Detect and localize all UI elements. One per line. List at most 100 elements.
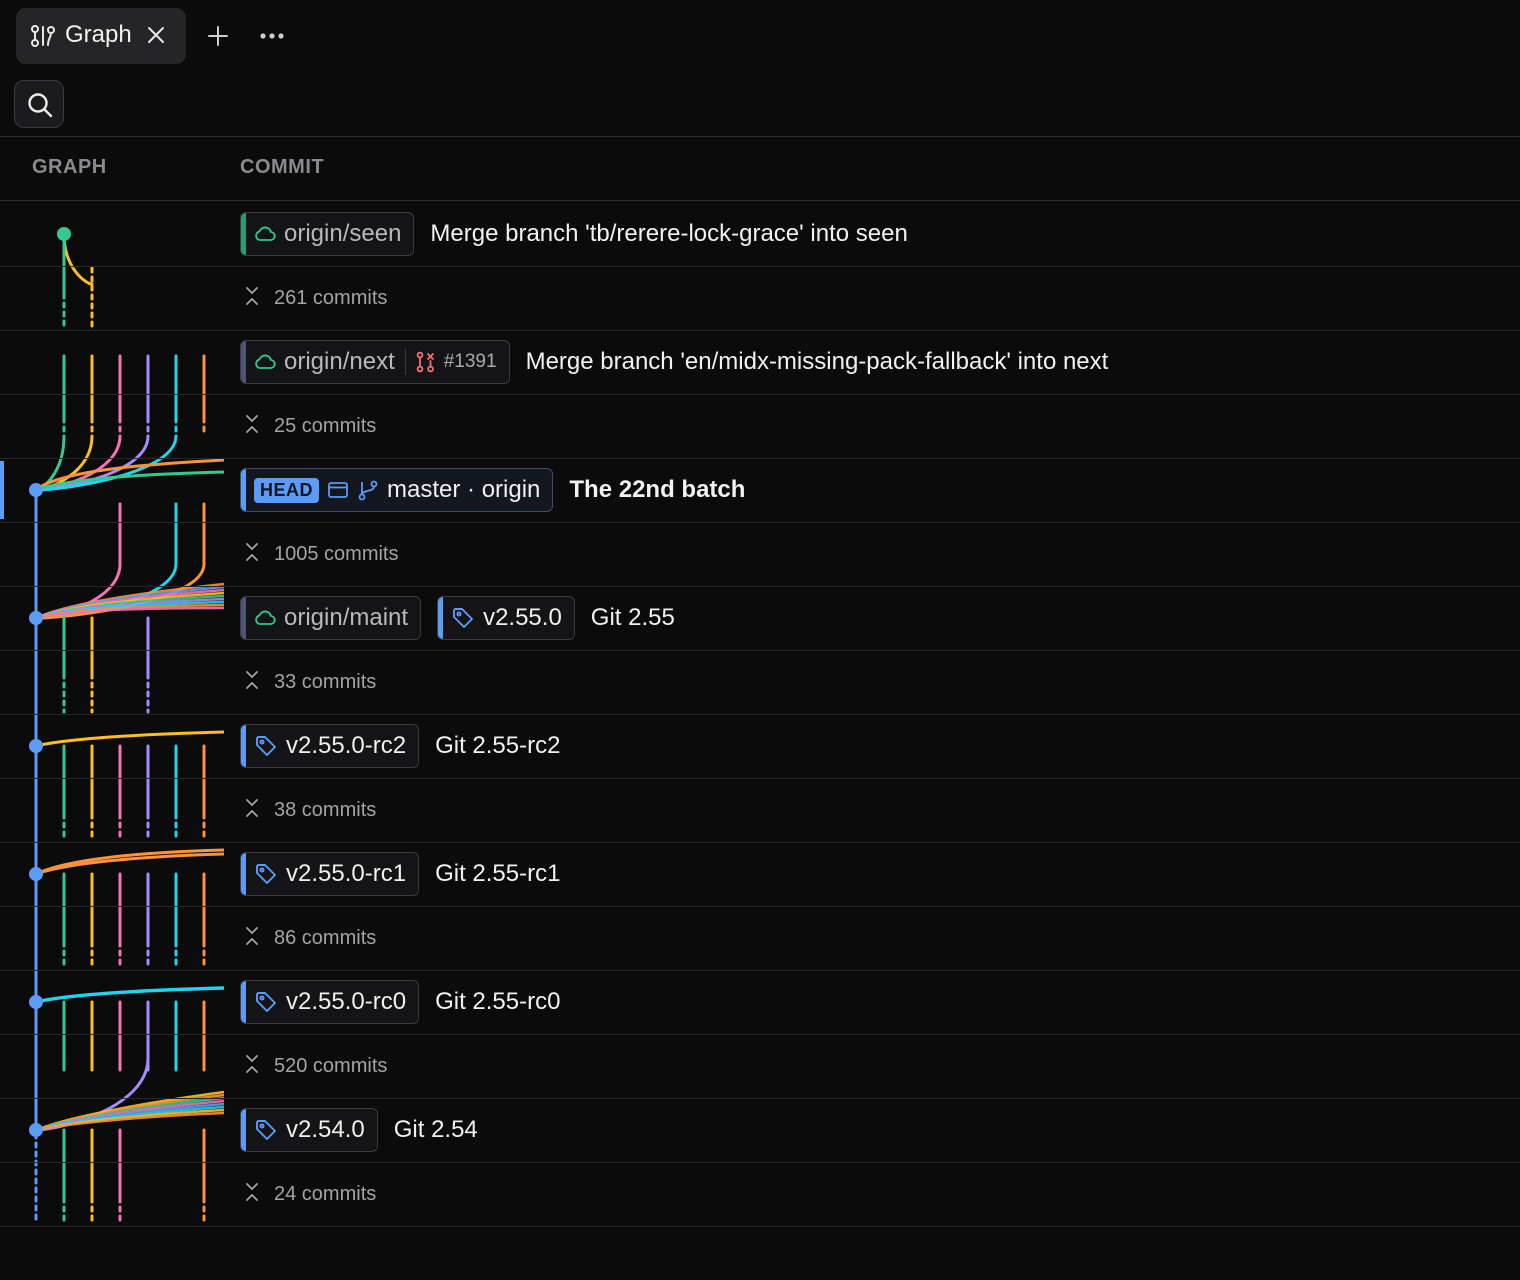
row-divider <box>0 522 1520 523</box>
commit-column-header[interactable]: COMMIT <box>240 156 324 179</box>
search-button[interactable] <box>14 80 64 128</box>
commit-row[interactable]: HEAD master · origin The 22nd batch <box>0 458 1520 522</box>
divider <box>0 200 1520 201</box>
collapsed-commits[interactable]: 261 commits <box>244 266 387 330</box>
collapsed-commits[interactable]: 38 commits <box>244 778 376 842</box>
row-divider <box>0 1226 1520 1227</box>
commit-message: Merge branch 'tb/rerere-lock-grace' into… <box>430 220 908 247</box>
collapsed-commits-row[interactable]: 24 commits <box>0 1162 1520 1226</box>
tab-bar: Graph <box>0 0 1520 72</box>
ref-label: v2.55.0-rc2 <box>286 732 407 759</box>
ref-label: origin/seen <box>284 220 402 247</box>
collapsed-commits[interactable]: 24 commits <box>244 1162 376 1226</box>
cloud-icon <box>254 609 276 627</box>
ref-accent <box>438 597 444 639</box>
collapsed-commits-row[interactable]: 261 commits <box>0 266 1520 330</box>
expand-icon <box>244 926 260 951</box>
remote-branch-ref[interactable]: origin/seen <box>240 212 415 256</box>
git-graph-icon <box>31 25 55 47</box>
collapsed-count: 25 commits <box>274 414 377 437</box>
collapsed-commits-row[interactable]: 86 commits <box>0 906 1520 970</box>
row-divider <box>0 1098 1520 1099</box>
tag-ref[interactable]: v2.54.0 <box>240 1108 378 1152</box>
plus-icon[interactable] <box>204 22 232 50</box>
tag-ref[interactable]: v2.55.0-rc0 <box>240 980 420 1024</box>
remote-branch-ref[interactable]: origin/next #1391 <box>240 340 510 384</box>
commit-message: The 22nd batch <box>569 476 746 503</box>
expand-icon <box>244 1054 260 1079</box>
more-horizontal-icon[interactable] <box>258 26 286 46</box>
commit-row[interactable]: origin/maint v2.55.0 Git 2.55 <box>0 586 1520 650</box>
collapsed-count: 261 commits <box>274 286 388 309</box>
ref-accent <box>241 1109 246 1151</box>
collapsed-count: 1005 commits <box>274 542 399 565</box>
collapsed-commits[interactable]: 520 commits <box>244 1034 387 1098</box>
commit-row[interactable]: origin/next #1391 Merge branch 'en/midx-mi… <box>0 330 1520 394</box>
ref-accent <box>241 725 246 767</box>
row-divider <box>0 1162 1520 1163</box>
ref-label: origin/maint <box>284 604 409 631</box>
row-divider <box>0 714 1520 715</box>
pull-request-number[interactable]: #1391 <box>444 351 497 373</box>
tag-ref[interactable]: v2.55.0-rc1 <box>240 852 420 896</box>
commit-message: Git 2.55-rc2 <box>435 732 561 759</box>
collapsed-commits-row[interactable]: 38 commits <box>0 778 1520 842</box>
collapsed-commits-row[interactable]: 25 commits <box>0 394 1520 458</box>
head-ref[interactable]: HEAD master · origin <box>240 468 554 512</box>
row-divider <box>0 586 1520 587</box>
ref-separator <box>404 349 406 375</box>
ref-label: master · origin <box>387 476 541 503</box>
tab-graph[interactable]: Graph <box>16 8 186 64</box>
ref-accent <box>241 981 246 1023</box>
commit-message: Git 2.55-rc1 <box>435 860 561 887</box>
commit-row[interactable]: v2.55.0-rc2 Git 2.55-rc2 <box>0 714 1520 778</box>
collapsed-commits[interactable]: 25 commits <box>244 394 376 458</box>
collapsed-count: 24 commits <box>274 1182 377 1205</box>
commit-row[interactable]: v2.55.0-rc1 Git 2.55-rc1 <box>0 842 1520 906</box>
collapsed-commits[interactable]: 1005 commits <box>244 522 399 586</box>
divider <box>0 136 1520 137</box>
commit-message: Git 2.55-rc0 <box>435 988 561 1015</box>
ref-accent <box>241 597 246 639</box>
tag-icon <box>254 734 278 758</box>
tag-icon <box>254 862 278 886</box>
commit-row[interactable]: v2.54.0 Git 2.54 <box>0 1098 1520 1162</box>
graph-column-header[interactable]: GRAPH <box>32 156 107 179</box>
ref-label: v2.54.0 <box>286 1116 365 1143</box>
commit-message: Merge branch 'en/midx-missing-pack-fallb… <box>525 348 1109 375</box>
commit-row[interactable]: origin/seen Merge branch 'tb/rerere-lock-… <box>0 202 1520 266</box>
selected-row-indicator <box>0 461 4 519</box>
cloud-icon <box>254 225 276 243</box>
collapsed-commits-row[interactable]: 1005 commits <box>0 522 1520 586</box>
expand-icon <box>244 414 260 439</box>
ref-accent <box>241 853 246 895</box>
commit-content: origin/seen Merge branch 'tb/rerere-lock-… <box>240 211 908 257</box>
commit-content: origin/maint v2.55.0 Git 2.55 <box>240 595 675 641</box>
commit-content: HEAD master · origin The 22nd batch <box>240 467 745 513</box>
row-divider <box>0 1034 1520 1035</box>
row-divider <box>0 778 1520 779</box>
expand-icon <box>244 670 260 695</box>
tag-icon <box>254 1118 278 1142</box>
collapsed-count: 38 commits <box>274 798 377 821</box>
commit-content: origin/next #1391 Merge branch 'en/midx-mi… <box>240 339 1108 385</box>
remote-branch-ref[interactable]: origin/maint <box>240 596 422 640</box>
ref-label: v2.55.0 <box>483 604 562 631</box>
ref-accent <box>241 341 246 383</box>
tag-icon <box>451 606 475 630</box>
tag-icon <box>254 990 278 1014</box>
close-icon[interactable] <box>146 25 166 45</box>
cloud-icon <box>254 353 276 371</box>
tag-ref[interactable]: v2.55.0 <box>437 596 575 640</box>
commit-row[interactable]: v2.55.0-rc0 Git 2.55-rc0 <box>0 970 1520 1034</box>
collapsed-commits[interactable]: 86 commits <box>244 906 376 970</box>
collapsed-commits-row[interactable]: 33 commits <box>0 650 1520 714</box>
commit-message: Git 2.55 <box>590 604 675 631</box>
search-icon <box>28 93 53 118</box>
tag-ref[interactable]: v2.55.0-rc2 <box>240 724 420 768</box>
collapsed-commits[interactable]: 33 commits <box>244 650 376 714</box>
ref-label: v2.55.0-rc0 <box>286 988 407 1015</box>
row-divider <box>0 906 1520 907</box>
commit-content: v2.54.0 Git 2.54 <box>240 1107 478 1153</box>
collapsed-commits-row[interactable]: 520 commits <box>0 1034 1520 1098</box>
